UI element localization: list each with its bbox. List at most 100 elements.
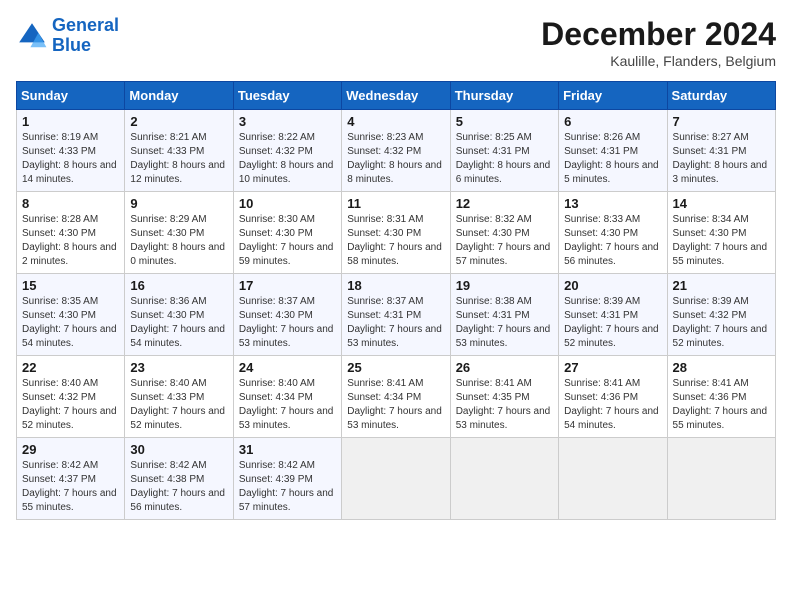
- calendar-cell: 9 Sunrise: 8:29 AM Sunset: 4:30 PM Dayli…: [125, 192, 233, 274]
- calendar-week-row: 1 Sunrise: 8:19 AM Sunset: 4:33 PM Dayli…: [17, 110, 776, 192]
- calendar-cell: [667, 438, 775, 520]
- calendar-cell: 22 Sunrise: 8:40 AM Sunset: 4:32 PM Dayl…: [17, 356, 125, 438]
- calendar-header-row: SundayMondayTuesdayWednesdayThursdayFrid…: [17, 82, 776, 110]
- calendar-cell: 31 Sunrise: 8:42 AM Sunset: 4:39 PM Dayl…: [233, 438, 341, 520]
- calendar-header-tuesday: Tuesday: [233, 82, 341, 110]
- calendar-cell: 1 Sunrise: 8:19 AM Sunset: 4:33 PM Dayli…: [17, 110, 125, 192]
- calendar-cell: 2 Sunrise: 8:21 AM Sunset: 4:33 PM Dayli…: [125, 110, 233, 192]
- calendar-cell: 7 Sunrise: 8:27 AM Sunset: 4:31 PM Dayli…: [667, 110, 775, 192]
- day-number: 24: [239, 360, 336, 375]
- calendar-cell: 27 Sunrise: 8:41 AM Sunset: 4:36 PM Dayl…: [559, 356, 667, 438]
- day-info: Sunrise: 8:30 AM Sunset: 4:30 PM Dayligh…: [239, 213, 336, 269]
- calendar-cell: 19 Sunrise: 8:38 AM Sunset: 4:31 PM Dayl…: [450, 274, 558, 356]
- day-number: 14: [673, 196, 770, 211]
- day-number: 25: [347, 360, 444, 375]
- day-number: 29: [22, 442, 119, 457]
- day-info: Sunrise: 8:29 AM Sunset: 4:30 PM Dayligh…: [130, 213, 227, 269]
- calendar-header-saturday: Saturday: [667, 82, 775, 110]
- calendar-cell: 29 Sunrise: 8:42 AM Sunset: 4:37 PM Dayl…: [17, 438, 125, 520]
- calendar-cell: 5 Sunrise: 8:25 AM Sunset: 4:31 PM Dayli…: [450, 110, 558, 192]
- day-info: Sunrise: 8:28 AM Sunset: 4:30 PM Dayligh…: [22, 213, 119, 269]
- day-number: 26: [456, 360, 553, 375]
- day-info: Sunrise: 8:33 AM Sunset: 4:30 PM Dayligh…: [564, 213, 661, 269]
- calendar-cell: 30 Sunrise: 8:42 AM Sunset: 4:38 PM Dayl…: [125, 438, 233, 520]
- day-number: 18: [347, 278, 444, 293]
- day-info: Sunrise: 8:21 AM Sunset: 4:33 PM Dayligh…: [130, 131, 227, 187]
- day-number: 16: [130, 278, 227, 293]
- calendar-cell: 8 Sunrise: 8:28 AM Sunset: 4:30 PM Dayli…: [17, 192, 125, 274]
- day-number: 30: [130, 442, 227, 457]
- day-number: 10: [239, 196, 336, 211]
- day-info: Sunrise: 8:42 AM Sunset: 4:39 PM Dayligh…: [239, 459, 336, 515]
- day-number: 9: [130, 196, 227, 211]
- calendar-cell: [342, 438, 450, 520]
- calendar-cell: 12 Sunrise: 8:32 AM Sunset: 4:30 PM Dayl…: [450, 192, 558, 274]
- calendar-week-row: 22 Sunrise: 8:40 AM Sunset: 4:32 PM Dayl…: [17, 356, 776, 438]
- calendar-cell: 11 Sunrise: 8:31 AM Sunset: 4:30 PM Dayl…: [342, 192, 450, 274]
- day-number: 22: [22, 360, 119, 375]
- day-info: Sunrise: 8:32 AM Sunset: 4:30 PM Dayligh…: [456, 213, 553, 269]
- calendar-cell: 4 Sunrise: 8:23 AM Sunset: 4:32 PM Dayli…: [342, 110, 450, 192]
- day-info: Sunrise: 8:41 AM Sunset: 4:34 PM Dayligh…: [347, 377, 444, 433]
- day-number: 12: [456, 196, 553, 211]
- calendar-week-row: 8 Sunrise: 8:28 AM Sunset: 4:30 PM Dayli…: [17, 192, 776, 274]
- day-info: Sunrise: 8:19 AM Sunset: 4:33 PM Dayligh…: [22, 131, 119, 187]
- calendar-cell: 3 Sunrise: 8:22 AM Sunset: 4:32 PM Dayli…: [233, 110, 341, 192]
- calendar-cell: 23 Sunrise: 8:40 AM Sunset: 4:33 PM Dayl…: [125, 356, 233, 438]
- day-info: Sunrise: 8:37 AM Sunset: 4:31 PM Dayligh…: [347, 295, 444, 351]
- day-info: Sunrise: 8:34 AM Sunset: 4:30 PM Dayligh…: [673, 213, 770, 269]
- day-info: Sunrise: 8:40 AM Sunset: 4:33 PM Dayligh…: [130, 377, 227, 433]
- day-number: 23: [130, 360, 227, 375]
- day-info: Sunrise: 8:25 AM Sunset: 4:31 PM Dayligh…: [456, 131, 553, 187]
- calendar-cell: 15 Sunrise: 8:35 AM Sunset: 4:30 PM Dayl…: [17, 274, 125, 356]
- day-number: 8: [22, 196, 119, 211]
- day-info: Sunrise: 8:39 AM Sunset: 4:32 PM Dayligh…: [673, 295, 770, 351]
- calendar-cell: 18 Sunrise: 8:37 AM Sunset: 4:31 PM Dayl…: [342, 274, 450, 356]
- calendar-cell: [559, 438, 667, 520]
- calendar-cell: 24 Sunrise: 8:40 AM Sunset: 4:34 PM Dayl…: [233, 356, 341, 438]
- day-info: Sunrise: 8:27 AM Sunset: 4:31 PM Dayligh…: [673, 131, 770, 187]
- day-info: Sunrise: 8:41 AM Sunset: 4:36 PM Dayligh…: [673, 377, 770, 433]
- day-number: 1: [22, 114, 119, 129]
- day-number: 11: [347, 196, 444, 211]
- day-info: Sunrise: 8:23 AM Sunset: 4:32 PM Dayligh…: [347, 131, 444, 187]
- day-info: Sunrise: 8:36 AM Sunset: 4:30 PM Dayligh…: [130, 295, 227, 351]
- calendar-cell: 6 Sunrise: 8:26 AM Sunset: 4:31 PM Dayli…: [559, 110, 667, 192]
- calendar-cell: 10 Sunrise: 8:30 AM Sunset: 4:30 PM Dayl…: [233, 192, 341, 274]
- day-number: 17: [239, 278, 336, 293]
- day-info: Sunrise: 8:31 AM Sunset: 4:30 PM Dayligh…: [347, 213, 444, 269]
- calendar-week-row: 29 Sunrise: 8:42 AM Sunset: 4:37 PM Dayl…: [17, 438, 776, 520]
- calendar-cell: [450, 438, 558, 520]
- day-info: Sunrise: 8:41 AM Sunset: 4:35 PM Dayligh…: [456, 377, 553, 433]
- calendar-header-monday: Monday: [125, 82, 233, 110]
- day-number: 5: [456, 114, 553, 129]
- day-info: Sunrise: 8:39 AM Sunset: 4:31 PM Dayligh…: [564, 295, 661, 351]
- logo-icon: [16, 20, 48, 52]
- calendar-cell: 21 Sunrise: 8:39 AM Sunset: 4:32 PM Dayl…: [667, 274, 775, 356]
- day-number: 31: [239, 442, 336, 457]
- calendar-cell: 14 Sunrise: 8:34 AM Sunset: 4:30 PM Dayl…: [667, 192, 775, 274]
- day-info: Sunrise: 8:40 AM Sunset: 4:34 PM Dayligh…: [239, 377, 336, 433]
- day-number: 19: [456, 278, 553, 293]
- day-info: Sunrise: 8:26 AM Sunset: 4:31 PM Dayligh…: [564, 131, 661, 187]
- day-number: 6: [564, 114, 661, 129]
- location: Kaulille, Flanders, Belgium: [541, 53, 776, 69]
- day-info: Sunrise: 8:42 AM Sunset: 4:38 PM Dayligh…: [130, 459, 227, 515]
- day-info: Sunrise: 8:40 AM Sunset: 4:32 PM Dayligh…: [22, 377, 119, 433]
- day-info: Sunrise: 8:42 AM Sunset: 4:37 PM Dayligh…: [22, 459, 119, 515]
- calendar-header-thursday: Thursday: [450, 82, 558, 110]
- calendar-week-row: 15 Sunrise: 8:35 AM Sunset: 4:30 PM Dayl…: [17, 274, 776, 356]
- page-header: General Blue December 2024 Kaulille, Fla…: [16, 16, 776, 69]
- day-number: 20: [564, 278, 661, 293]
- day-info: Sunrise: 8:22 AM Sunset: 4:32 PM Dayligh…: [239, 131, 336, 187]
- calendar-cell: 17 Sunrise: 8:37 AM Sunset: 4:30 PM Dayl…: [233, 274, 341, 356]
- day-number: 7: [673, 114, 770, 129]
- calendar-cell: 25 Sunrise: 8:41 AM Sunset: 4:34 PM Dayl…: [342, 356, 450, 438]
- logo-text: General Blue: [52, 16, 119, 56]
- day-info: Sunrise: 8:35 AM Sunset: 4:30 PM Dayligh…: [22, 295, 119, 351]
- day-info: Sunrise: 8:37 AM Sunset: 4:30 PM Dayligh…: [239, 295, 336, 351]
- calendar-cell: 20 Sunrise: 8:39 AM Sunset: 4:31 PM Dayl…: [559, 274, 667, 356]
- day-number: 27: [564, 360, 661, 375]
- day-number: 4: [347, 114, 444, 129]
- day-info: Sunrise: 8:41 AM Sunset: 4:36 PM Dayligh…: [564, 377, 661, 433]
